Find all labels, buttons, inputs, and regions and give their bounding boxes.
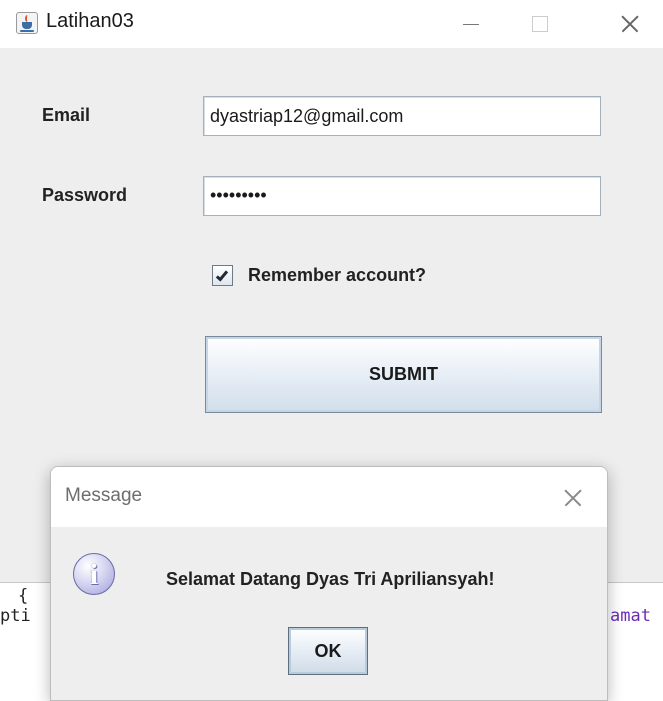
code-line-brace: { [18,586,29,606]
close-icon[interactable] [600,0,660,48]
dialog-message: Selamat Datang Dyas Tri Apriliansyah! [166,569,495,589]
code-line-left: pti [0,606,31,626]
dialog-title: Message [65,485,143,506]
dialog-close-icon[interactable] [553,479,593,515]
checkmark-icon [215,268,229,282]
remember-checkbox[interactable] [212,265,233,286]
remember-label[interactable]: Remember account? [248,265,426,286]
email-label: Email [42,105,91,125]
dialog-title-bar[interactable]: Message [51,467,607,527]
ok-button[interactable]: OK [288,627,368,675]
message-dialog: Message i Selamat Datang Dyas Tri Aprili… [50,466,608,701]
email-field[interactable]: dyastriap12@gmail.com [203,96,601,136]
submit-button[interactable]: SUBMIT [205,336,602,413]
minimize-icon[interactable] [440,0,500,48]
window-title: Latihan03 [46,10,134,32]
code-line-right: amat [610,606,651,626]
java-cup-icon [16,12,38,34]
info-icon-glyph: i [89,558,99,591]
password-label: Password [42,185,128,205]
dialog-body: i Selamat Datang Dyas Tri Apriliansyah! … [51,527,607,700]
maximize-icon[interactable] [510,0,570,48]
info-icon: i [73,553,115,595]
title-bar[interactable]: Latihan03 [0,0,663,48]
password-field[interactable]: ••••••••• [203,176,601,216]
